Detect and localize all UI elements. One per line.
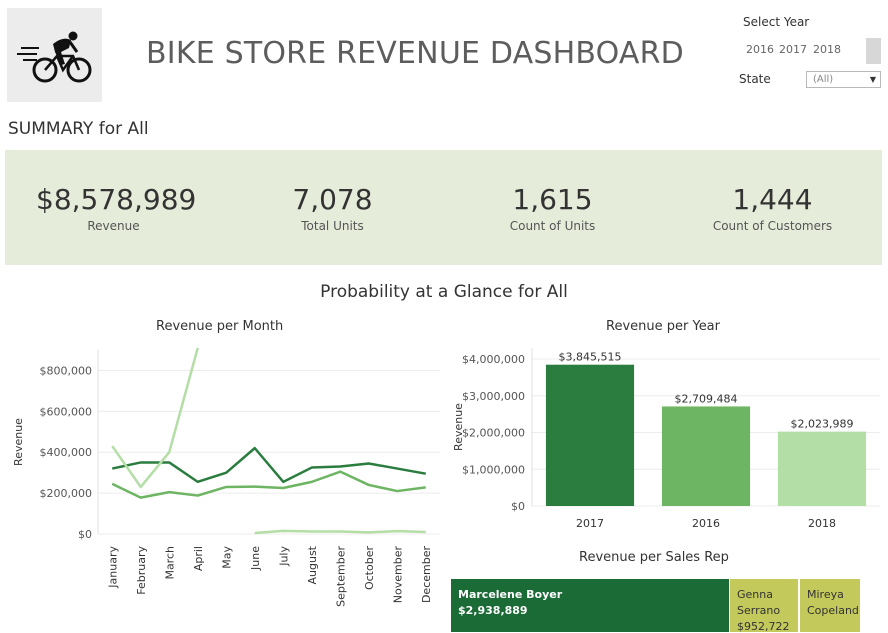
treemap-cell[interactable]: Genna Serrano $952,722	[730, 579, 798, 632]
rep-revenue: $2,938,889	[458, 604, 528, 617]
y-tick-label: $600,000	[40, 405, 93, 418]
kpi-count-customers: 1,444 Count of Customers	[705, 183, 840, 233]
x-tick-label: November	[391, 546, 404, 604]
x-tick-label: October	[363, 546, 376, 590]
x-tick-label: 2016	[692, 517, 720, 530]
kpi-count-units: 1,615 Count of Units	[495, 183, 610, 233]
y-tick-label: $200,000	[40, 487, 93, 500]
y-tick-label: $3,000,000	[462, 390, 525, 403]
kpi-label: Total Units	[301, 219, 364, 233]
x-tick-label: August	[306, 545, 319, 584]
treemap-title: Revenue per Sales Rep	[579, 550, 729, 565]
y-tick-label: $2,000,000	[462, 427, 525, 440]
year-option-2018[interactable]: 2018	[813, 43, 841, 56]
logo	[7, 8, 102, 102]
data-label: $2,709,484	[675, 392, 738, 405]
x-tick-label: 2018	[808, 517, 836, 530]
y-tick-label: $1,000,000	[462, 463, 525, 476]
y-tick-label: $400,000	[40, 446, 93, 459]
x-tick-label: September	[334, 546, 347, 607]
summary-title: SUMMARY for All	[8, 119, 149, 139]
kpi-label: Count of Customers	[712, 219, 833, 233]
revenue-per-year-chart: $0 $1,000,000 $2,000,000 $3,000,000 $4,000,0…	[452, 348, 880, 530]
rep-name: Mireya Copeland	[807, 588, 859, 617]
treemap-cell[interactable]: Marcelene Boyer $2,938,889	[451, 579, 729, 632]
state-dropdown[interactable]: (All) ▼	[806, 71, 881, 88]
revenue-per-month-chart: $0 $200,000 $400,000 $600,000 $800,000 Revenu…	[12, 347, 440, 607]
section-title: Probability at a Glance for All	[320, 282, 568, 302]
x-tick-label: December	[420, 546, 433, 604]
x-tick-label: February	[135, 546, 148, 595]
treemap-cell[interactable]: Mireya Copeland	[800, 579, 860, 632]
year-option-2016[interactable]: 2016	[746, 43, 774, 56]
series-line	[111, 347, 199, 489]
year-filter-label: Select Year	[743, 15, 810, 29]
rep-name: Genna Serrano	[737, 588, 781, 617]
year-filter-scrollbar[interactable]	[866, 38, 881, 64]
x-tick-label: April	[192, 546, 205, 571]
data-label: $2,023,989	[791, 418, 854, 431]
line-chart-title: Revenue per Month	[156, 319, 284, 334]
x-tick-label: June	[249, 546, 262, 571]
y-tick-label: $4,000,000	[462, 353, 525, 366]
y-tick-label: $800,000	[40, 364, 93, 377]
series-line	[254, 529, 426, 535]
kpi-label: Revenue	[87, 219, 140, 233]
bar	[777, 431, 867, 506]
bar-chart-title: Revenue per Year	[606, 319, 720, 334]
kpi-label: Count of Units	[509, 219, 596, 233]
series-line	[111, 470, 426, 499]
x-tick-label: March	[163, 546, 176, 580]
y-axis-label: Revenue	[12, 418, 25, 466]
kpi-revenue: $8,578,989 Revenue	[36, 183, 197, 233]
y-tick-label: $0	[511, 500, 525, 513]
kpi-value: 7,078	[292, 183, 373, 216]
rep-revenue: $952,722	[737, 620, 790, 632]
x-tick-label: January	[106, 546, 119, 589]
data-label: $3,845,515	[559, 351, 622, 364]
kpi-value: 1,615	[512, 183, 593, 216]
y-tick-label: $0	[78, 528, 92, 541]
page-title: BIKE STORE REVENUE DASHBOARD	[146, 36, 684, 71]
x-tick-label: May	[220, 546, 233, 569]
kpi-value: $8,578,989	[36, 183, 197, 216]
year-option-2017[interactable]: 2017	[779, 43, 807, 56]
x-tick-label: July	[277, 546, 290, 567]
y-axis-label: Revenue	[452, 403, 465, 451]
kpi-value: 1,444	[732, 183, 813, 216]
kpi-band: $8,578,989 Revenue 7,078 Total Units 1,6…	[5, 150, 882, 265]
bar	[545, 364, 635, 506]
cyclist-icon	[17, 31, 92, 83]
rep-name: Marcelene Boyer	[458, 588, 563, 601]
kpi-total-units: 7,078 Total Units	[275, 183, 390, 233]
chevron-down-icon[interactable]: ▼	[870, 72, 876, 87]
bar	[661, 406, 751, 506]
state-filter-label: State	[739, 72, 771, 86]
state-dropdown-value: (All)	[813, 74, 834, 85]
x-tick-label: 2017	[576, 517, 604, 530]
